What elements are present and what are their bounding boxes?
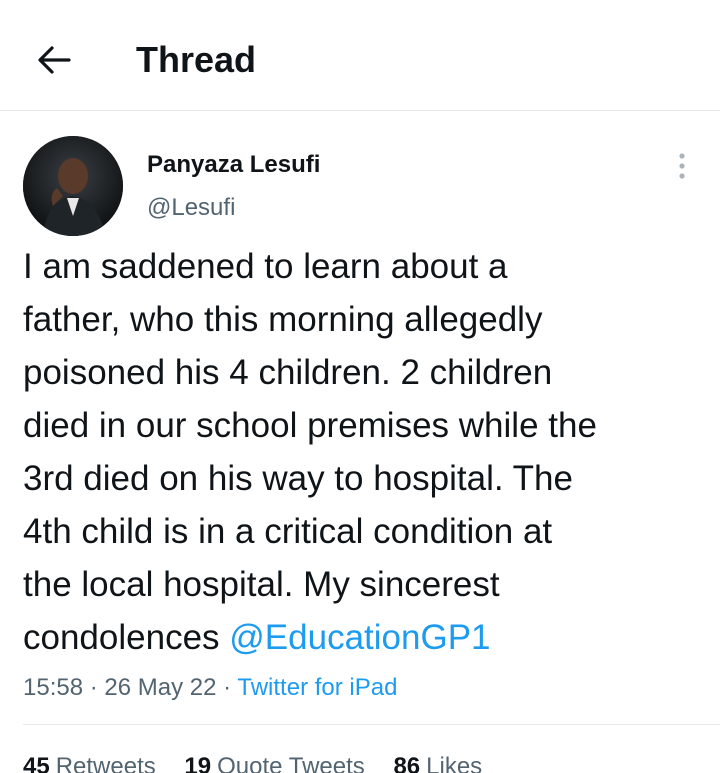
- meta-separator: ·: [89, 674, 98, 701]
- mention-link[interactable]: @EducationGP1: [229, 618, 490, 657]
- likes-label: Likes: [426, 753, 483, 773]
- retweets-label: Retweets: [55, 753, 156, 773]
- more-vertical-icon: [679, 153, 685, 179]
- avatar-photo: [23, 136, 123, 236]
- author-handle[interactable]: @Lesufi: [147, 193, 235, 223]
- tweet-stats: 45 Retweets 19 Quote Tweets 86 Likes: [23, 752, 504, 773]
- top-bar: Thread: [0, 0, 720, 111]
- avatar[interactable]: [23, 136, 123, 236]
- more-options-button[interactable]: [662, 150, 702, 182]
- page-title: Thread: [136, 39, 257, 80]
- tweet-text: I am saddened to learn about a father, w…: [23, 240, 713, 664]
- thread-page: Thread Panyaza Lesufi @Lesufi I am sadde…: [0, 0, 720, 773]
- arrow-left-icon: [38, 46, 71, 74]
- tweet-body: I am saddened to learn about a father, w…: [23, 247, 597, 657]
- tweet-date[interactable]: 26 May 22: [104, 674, 216, 701]
- quote-tweets-count: 19: [184, 753, 212, 773]
- retweets-count: 45: [23, 753, 50, 773]
- quote-tweets-stat[interactable]: 19 Quote Tweets: [184, 752, 364, 773]
- tweet-time[interactable]: 15:58: [23, 674, 83, 701]
- meta-separator-2: ·: [223, 674, 232, 701]
- tweet-source[interactable]: Twitter for iPad: [237, 674, 397, 701]
- author-name[interactable]: Panyaza Lesufi: [147, 150, 320, 180]
- tweet-meta: 15:58 · 26 May 22 · Twitter for iPad: [23, 672, 397, 704]
- back-button[interactable]: [26, 34, 82, 86]
- divider: [23, 724, 720, 725]
- likes-count: 86: [393, 753, 421, 773]
- quote-tweets-label: Quote Tweets: [217, 753, 365, 773]
- likes-stat[interactable]: 86 Likes: [393, 752, 482, 773]
- retweets-stat[interactable]: 45 Retweets: [23, 752, 156, 773]
